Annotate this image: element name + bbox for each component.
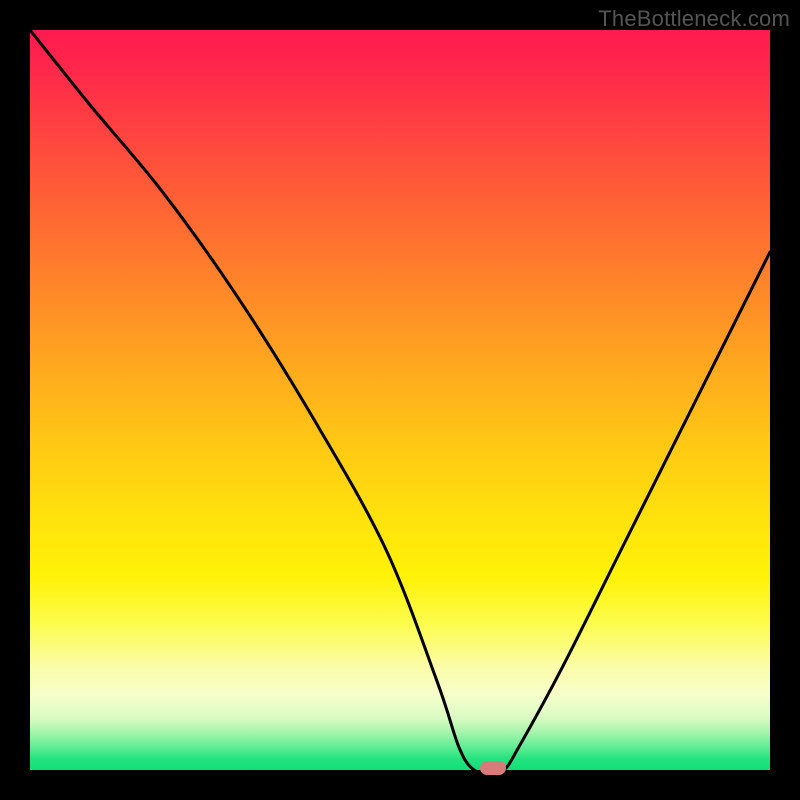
bottleneck-curve — [30, 30, 770, 770]
chart-frame: TheBottleneck.com — [0, 0, 800, 800]
optimal-point-marker — [480, 761, 506, 775]
plot-area — [30, 30, 770, 770]
watermark-text: TheBottleneck.com — [598, 6, 790, 32]
